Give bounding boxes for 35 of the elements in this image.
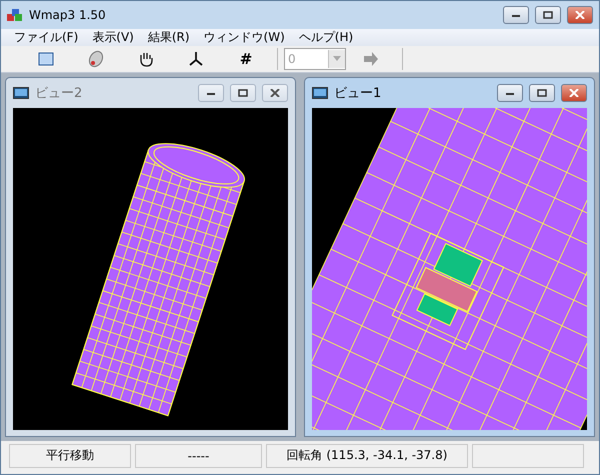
menu-item[interactable]: ウィンドウ(W) (198, 28, 290, 46)
minimize-button[interactable] (497, 84, 523, 102)
monitor-icon (312, 86, 328, 99)
close-icon (575, 10, 585, 19)
maximize-icon (537, 88, 547, 97)
axes-icon (187, 50, 205, 68)
grid-tool-button[interactable]: # (221, 46, 271, 71)
close-button[interactable] (561, 84, 587, 102)
maximize-button[interactable] (230, 84, 256, 102)
view-title: ビュー1 (334, 84, 382, 102)
mouse-icon (88, 50, 104, 68)
status-pane: 回転角 (115.3, -34.1, -37.8) (266, 444, 468, 468)
maximize-icon (543, 10, 553, 19)
menu-item[interactable]: 表示(V) (87, 28, 139, 46)
menu-item[interactable]: 結果(R) (142, 28, 195, 46)
close-icon (569, 88, 579, 97)
menu-item[interactable]: ファイル(F) (9, 28, 84, 46)
minimize-button[interactable] (503, 6, 529, 24)
app-logo-icon (7, 8, 23, 22)
minimize-button[interactable] (198, 84, 224, 102)
status-pane: 平行移動 (9, 444, 131, 468)
monitor-icon (13, 86, 29, 99)
window-title: Wmap3 1.50 (29, 8, 106, 22)
maximize-button[interactable] (535, 6, 561, 24)
close-button[interactable] (262, 84, 288, 102)
menu-item[interactable]: ヘルプ(H) (294, 28, 358, 46)
maximize-button[interactable] (529, 84, 555, 102)
arrow-icon (362, 50, 380, 68)
status-pane: ----- (135, 444, 262, 468)
dropdown-arrow-icon (333, 56, 341, 62)
close-icon (270, 88, 280, 97)
close-button[interactable] (567, 6, 593, 24)
maximize-icon (238, 88, 248, 97)
rectangle-icon (37, 50, 55, 67)
view-title: ビュー2 (35, 84, 82, 102)
